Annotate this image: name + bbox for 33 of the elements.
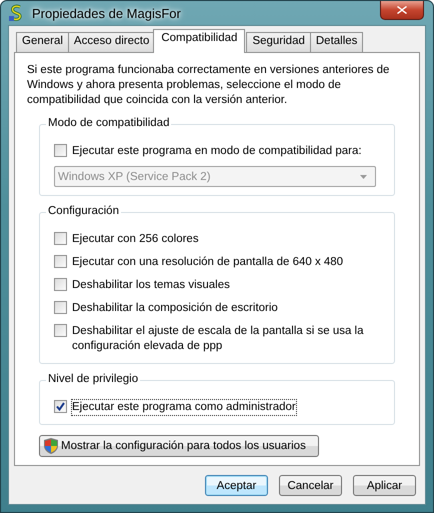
- checkbox-label[interactable]: Ejecutar con 256 colores: [71, 231, 200, 248]
- checkbox-label[interactable]: Ejecutar este programa como administrador: [71, 399, 297, 416]
- show-settings-button[interactable]: Mostrar la configuración para todos los usuarios: [39, 435, 319, 457]
- group-title: Nivel de privilegio: [46, 373, 140, 385]
- tab[interactable]: Acceso directo: [68, 32, 156, 52]
- checkbox[interactable]: [54, 324, 67, 337]
- checkbox[interactable]: [54, 278, 67, 291]
- checkbox[interactable]: [54, 232, 67, 245]
- tab[interactable]: Seguridad: [246, 32, 311, 52]
- dropdown-arrow-icon: [360, 174, 367, 178]
- checkbox-label[interactable]: Deshabilitar los temas visuales: [71, 277, 231, 294]
- checkbox-label[interactable]: Ejecutar con una resolución de pantalla de 640 x 480: [71, 254, 344, 271]
- tab[interactable]: General: [16, 32, 69, 52]
- close-button[interactable]: [380, 1, 424, 20]
- checkbox-label[interactable]: Deshabilitar la composición de escritorio: [71, 300, 279, 317]
- checkbox[interactable]: [54, 255, 67, 268]
- close-icon: [397, 6, 407, 14]
- window-title: Propiedades de MagisFor: [32, 6, 181, 20]
- dialog-button[interactable]: Aplicar: [353, 475, 416, 496]
- group-title: Configuración: [46, 205, 121, 217]
- dialog-button[interactable]: Cancelar: [279, 475, 342, 496]
- tab[interactable]: Compatibilidad: [153, 29, 246, 53]
- checkbox[interactable]: [54, 400, 67, 413]
- checkbox-label[interactable]: Deshabilitar el ajuste de escala de la pantalla si se usa la configuración elevada de ppp: [71, 323, 384, 355]
- checkbox-label[interactable]: Ejecutar este programa en modo de compatibilidad para:: [71, 143, 363, 160]
- dialog-button[interactable]: Aceptar: [205, 475, 268, 496]
- group-title: Modo de compatibilidad: [46, 117, 172, 129]
- shield-icon: [44, 438, 58, 454]
- checkmark-icon: [56, 402, 65, 411]
- intro-text: Si este programa funcionaba correctamente en versiones anteriores de Windows y ahora presenta problemas, seleccione el modo de compatibilidad que coincida con la versión anterior.: [27, 63, 390, 108]
- checkbox[interactable]: [54, 144, 67, 157]
- checkbox[interactable]: [54, 301, 67, 314]
- tab[interactable]: Detalles: [310, 32, 364, 52]
